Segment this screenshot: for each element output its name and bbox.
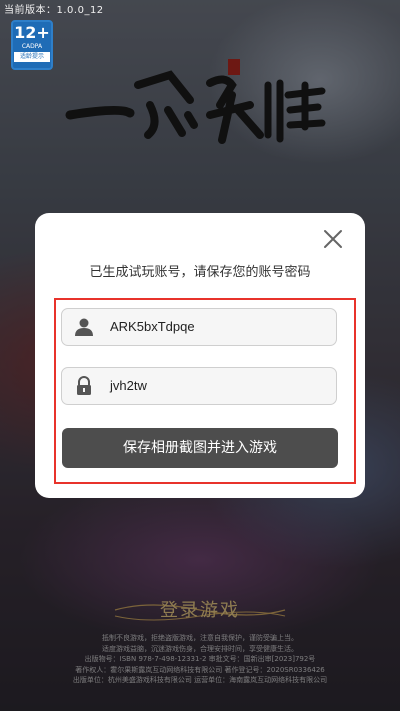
lock-icon: [77, 376, 91, 395]
age-rating-number: 12+: [14, 23, 50, 42]
save-and-enter-button[interactable]: 保存相册截图并进入游戏: [62, 428, 338, 468]
dialog-title: 已生成试玩账号，请保存您的账号密码: [89, 265, 311, 280]
user-icon: [75, 318, 93, 336]
age-rating-org: CADPA: [21, 43, 43, 50]
close-icon[interactable]: [321, 227, 345, 251]
age-rating-hint: 适龄提示: [14, 52, 50, 62]
account-field[interactable]: ARK5bxTdpqe: [61, 308, 337, 346]
account-value: ARK5bxTdpqe: [110, 319, 195, 334]
trial-account-dialog: 已生成试玩账号，请保存您的账号密码 ARK5bxTdpqe jvh2tw 保存相…: [35, 213, 365, 498]
password-field[interactable]: jvh2tw: [61, 367, 337, 405]
version-label: 当前版本：1.0.0_12: [4, 5, 104, 16]
age-rating-badge: 12+ CADPA 适龄提示: [11, 20, 53, 70]
password-value: jvh2tw: [110, 378, 147, 393]
